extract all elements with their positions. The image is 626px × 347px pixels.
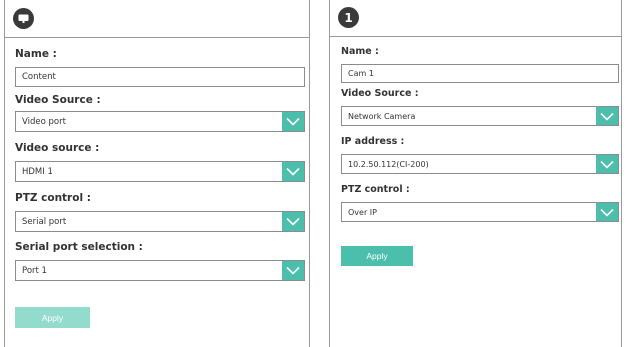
video-source-2-value: HDMI 1 [22, 166, 53, 177]
video-source-select[interactable]: Video port [15, 111, 305, 132]
video-source-2-select[interactable]: HDMI 1 [15, 161, 305, 182]
ptz-control-select[interactable]: Over IP [341, 202, 619, 222]
video-source-label: Video Source : [15, 94, 101, 106]
camera-settings-panel: 1 Name : Cam 1 Video Source : Network Ca… [329, 0, 622, 347]
ptz-control-label: PTZ control : [15, 192, 91, 204]
video-source-select[interactable]: Network Camera [341, 106, 619, 126]
name-field-value: Content [22, 72, 56, 82]
ip-address-label: IP address : [341, 136, 405, 147]
chevron-down-icon[interactable] [282, 212, 304, 231]
serial-port-select[interactable]: Port 1 [15, 260, 305, 281]
panel-header [5, 0, 309, 38]
chevron-down-icon[interactable] [596, 203, 618, 221]
name-label: Name : [341, 46, 379, 57]
video-source-value: Video port [22, 116, 66, 127]
chevron-down-icon[interactable] [282, 112, 304, 131]
name-field[interactable]: Cam 1 [341, 64, 619, 83]
chevron-down-icon[interactable] [282, 162, 304, 181]
ptz-control-value: Serial port [22, 216, 67, 227]
panel-header: 1 [330, 0, 621, 37]
name-field-value: Cam 1 [348, 69, 374, 78]
video-source-2-label: Video source : [15, 142, 100, 154]
name-label: Name : [15, 48, 57, 60]
apply-button[interactable]: Apply [341, 246, 413, 266]
ip-address-value: 10.2.50.112(CI-200) [348, 159, 429, 169]
ptz-control-select[interactable]: Serial port [15, 211, 305, 232]
serial-port-value: Port 1 [22, 265, 47, 276]
apply-button[interactable]: Apply [15, 307, 90, 328]
chevron-down-icon[interactable] [596, 155, 618, 173]
chevron-down-icon[interactable] [596, 107, 618, 125]
chevron-down-icon[interactable] [282, 261, 304, 280]
serial-port-label: Serial port selection : [15, 241, 143, 253]
video-source-label: Video Source : [341, 88, 419, 99]
name-field[interactable]: Content [15, 67, 305, 87]
ptz-control-value: Over IP [348, 207, 377, 217]
ptz-control-label: PTZ control : [341, 184, 410, 195]
video-source-value: Network Camera [348, 111, 416, 121]
monitor-icon [13, 8, 34, 29]
ip-address-select[interactable]: 10.2.50.112(CI-200) [341, 154, 619, 174]
number-badge: 1 [338, 7, 359, 28]
content-settings-panel: Name : Content Video Source : Video port… [4, 0, 310, 347]
